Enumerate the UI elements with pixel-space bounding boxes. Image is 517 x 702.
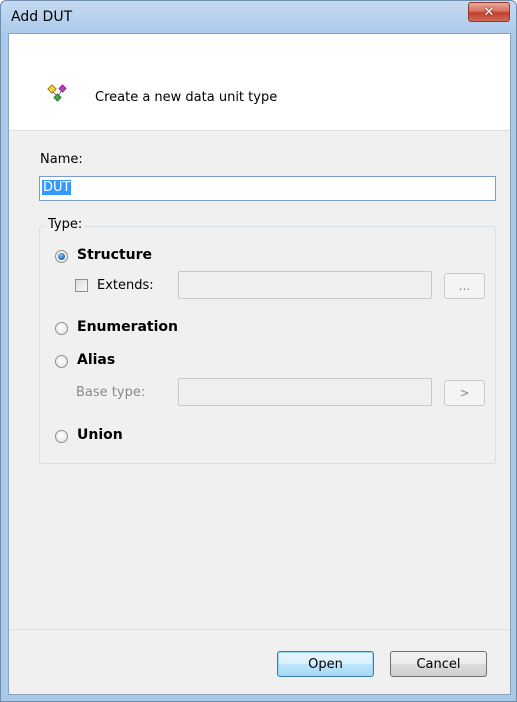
dut-type-icon (47, 84, 69, 108)
extends-checkbox[interactable] (75, 279, 88, 292)
cancel-button-label: Cancel (416, 656, 461, 672)
alias-radio[interactable] (55, 355, 68, 368)
enumeration-radio[interactable] (55, 322, 68, 335)
open-button[interactable]: Open (277, 651, 374, 677)
cancel-button[interactable]: Cancel (390, 651, 487, 677)
header-band: Create a new data unit type (9, 34, 510, 131)
base-type-label: Base type: (76, 385, 146, 400)
header-description: Create a new data unit type (95, 90, 278, 105)
window-title: Add DUT (11, 9, 73, 25)
ellipsis-icon: ... (458, 279, 471, 293)
enumeration-radio-label[interactable]: Enumeration (77, 319, 178, 335)
union-radio-label[interactable]: Union (77, 427, 123, 443)
extends-label[interactable]: Extends: (97, 278, 154, 293)
open-button-label: Open (308, 656, 343, 672)
footer-separator (9, 629, 510, 630)
structure-radio[interactable] (55, 250, 68, 263)
name-input[interactable]: DUT (39, 176, 496, 201)
name-input-value: DUT (42, 180, 72, 195)
extends-field (178, 271, 432, 299)
close-button[interactable]: ✕ (468, 2, 510, 22)
extends-browse-button: ... (444, 273, 485, 299)
name-label: Name: (40, 152, 83, 167)
base-type-browse-button: > (444, 380, 485, 406)
union-radio[interactable] (55, 430, 68, 443)
type-group-legend: Type: (45, 217, 86, 232)
dialog-body: Create a new data unit type Name: DUT Ty… (8, 33, 511, 695)
chevron-right-icon: > (459, 386, 470, 400)
dialog-window: Add DUT ✕ Create a new data unit type Na… (0, 0, 517, 702)
title-bar[interactable]: Add DUT ✕ (1, 1, 516, 33)
alias-radio-label[interactable]: Alias (77, 352, 115, 368)
structure-radio-label[interactable]: Structure (77, 247, 152, 263)
base-type-field (178, 378, 432, 406)
close-icon: ✕ (483, 4, 495, 20)
